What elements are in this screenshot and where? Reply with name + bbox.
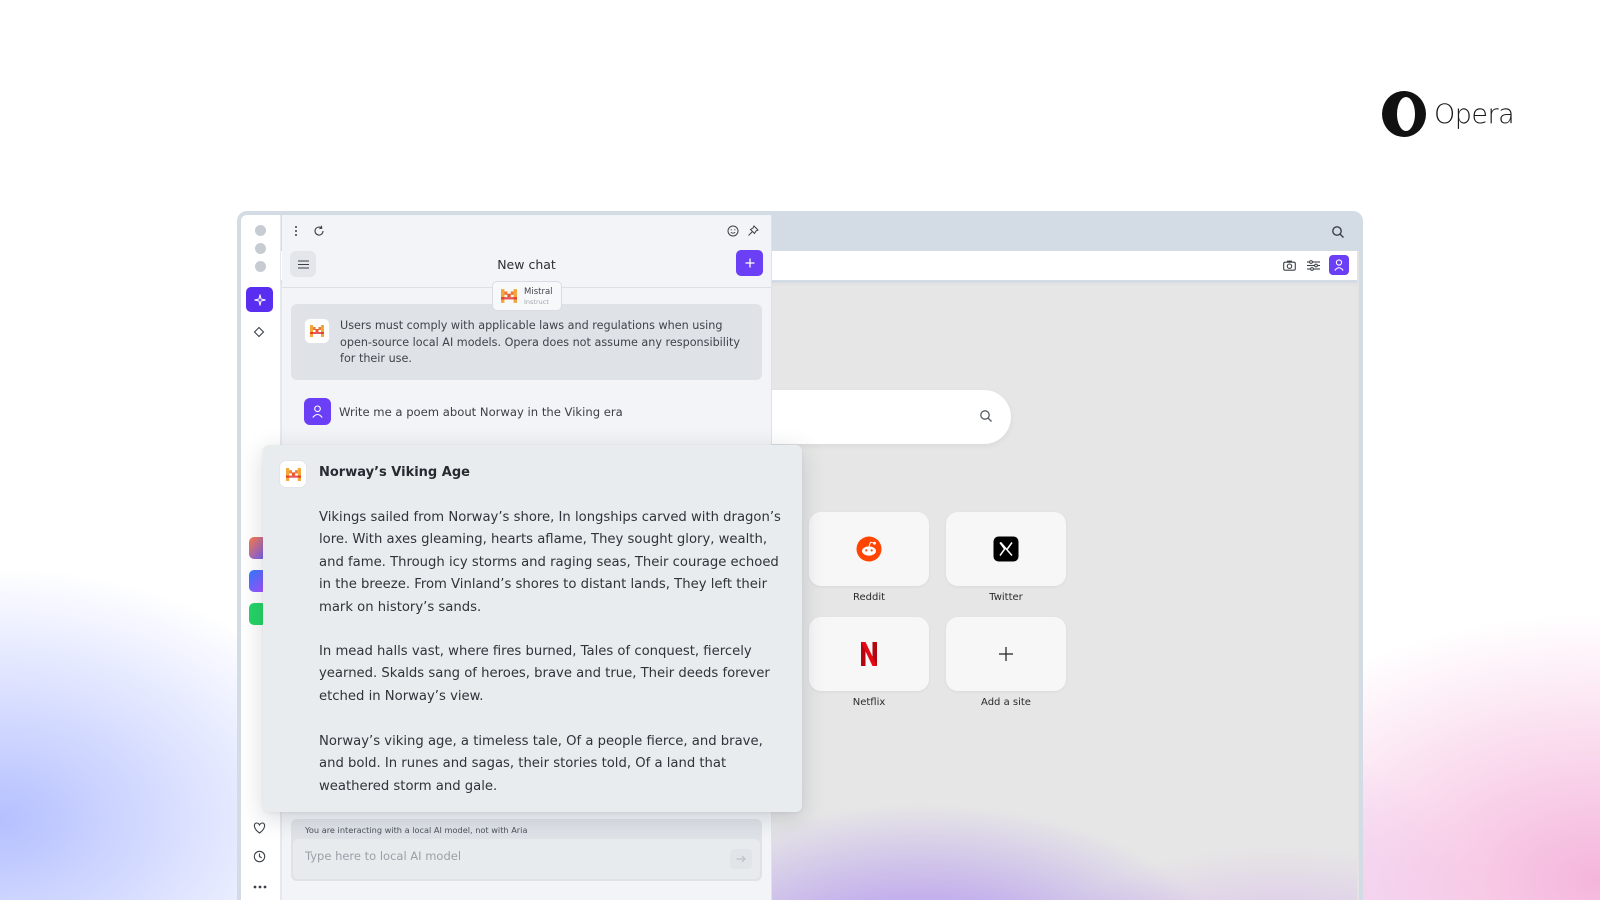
x-icon xyxy=(993,536,1019,562)
model-name: Mistral xyxy=(524,287,553,297)
tile-card[interactable] xyxy=(946,617,1066,691)
poem-stanza: Norway’s viking age, a timeless tale, Of… xyxy=(319,734,763,794)
diamond-icon[interactable] xyxy=(253,323,265,342)
address-bar-tools xyxy=(1281,255,1349,275)
kebab-menu-icon[interactable] xyxy=(294,222,298,241)
more-icon[interactable] xyxy=(253,874,267,893)
local-model-info: You are interacting with a local AI mode… xyxy=(305,825,528,835)
ai-response-card: Norway’s Viking Age Vikings sailed from … xyxy=(263,445,802,812)
arrow-right-icon xyxy=(736,855,746,863)
speed-dial-search-box[interactable] xyxy=(741,390,1011,444)
chat-panel-header xyxy=(282,215,771,243)
speed-dial-tile-reddit[interactable]: Reddit xyxy=(809,512,929,603)
new-chat-button[interactable] xyxy=(736,250,763,276)
tile-label: Reddit xyxy=(852,592,886,603)
send-button[interactable] xyxy=(730,849,752,869)
user-avatar xyxy=(304,398,331,425)
chat-input[interactable] xyxy=(305,849,685,863)
tile-card[interactable] xyxy=(809,617,929,691)
mistral-logo-icon xyxy=(310,325,324,337)
tile-label: Twitter xyxy=(989,592,1023,603)
mistral-logo-icon xyxy=(501,288,517,307)
poem-stanza: In mead halls vast, where fires burned, … xyxy=(319,644,770,704)
user-icon xyxy=(1334,259,1344,271)
disclaimer-message: Users must comply with applicable laws a… xyxy=(291,304,762,380)
opera-logo: Opera xyxy=(1380,90,1515,138)
mistral-avatar xyxy=(304,318,330,344)
opera-o-icon xyxy=(1382,91,1426,137)
chat-composer: You are interacting with a local AI mode… xyxy=(291,819,762,881)
user-icon xyxy=(312,405,323,418)
refresh-icon[interactable] xyxy=(313,222,325,241)
tab-search-icon[interactable] xyxy=(1331,224,1345,243)
speed-dial-tile-netflix[interactable]: Netflix xyxy=(809,617,929,708)
history-icon[interactable] xyxy=(253,848,266,867)
tile-label: Netflix xyxy=(852,697,886,708)
chat-input-box[interactable] xyxy=(293,839,760,879)
model-selector[interactable]: Mistral Instruct xyxy=(492,281,562,311)
aria-ai-button[interactable] xyxy=(246,287,273,312)
tile-card[interactable] xyxy=(946,512,1066,586)
chat-title: New chat xyxy=(497,257,556,272)
poem-stanza: Vikings sailed from Norway’s shore, In l… xyxy=(319,510,781,615)
search-icon[interactable] xyxy=(979,408,993,427)
speed-dial-tile-add-site[interactable]: Add a site xyxy=(946,617,1066,708)
plus-icon xyxy=(745,258,754,268)
window-control-dot[interactable] xyxy=(255,261,266,272)
response-title: Norway’s Viking Age xyxy=(319,465,470,480)
window-control-dot[interactable] xyxy=(255,225,266,236)
heart-icon[interactable] xyxy=(253,819,266,838)
sparkle-icon xyxy=(253,293,266,306)
speed-dial-tile-twitter[interactable]: Twitter xyxy=(946,512,1066,603)
tile-card[interactable] xyxy=(809,512,929,586)
pin-icon[interactable] xyxy=(747,222,759,241)
emoji-icon[interactable] xyxy=(727,222,739,241)
plus-icon xyxy=(999,647,1013,661)
model-variant: Instruct xyxy=(524,298,549,306)
easy-setup-icon[interactable] xyxy=(1305,257,1321,273)
opera-wordmark: Opera xyxy=(1434,98,1515,130)
window-control-dot[interactable] xyxy=(255,243,266,254)
mistral-logo-icon xyxy=(285,467,301,481)
camera-icon[interactable] xyxy=(1281,257,1297,273)
profile-button[interactable] xyxy=(1329,255,1349,275)
reddit-icon xyxy=(856,536,882,562)
disclaimer-text: Users must comply with applicable laws a… xyxy=(340,319,741,365)
tile-label: Add a site xyxy=(981,697,1031,708)
user-message: Write me a poem about Norway in the Viki… xyxy=(339,405,623,419)
mistral-avatar xyxy=(279,460,307,488)
netflix-icon xyxy=(861,642,877,666)
